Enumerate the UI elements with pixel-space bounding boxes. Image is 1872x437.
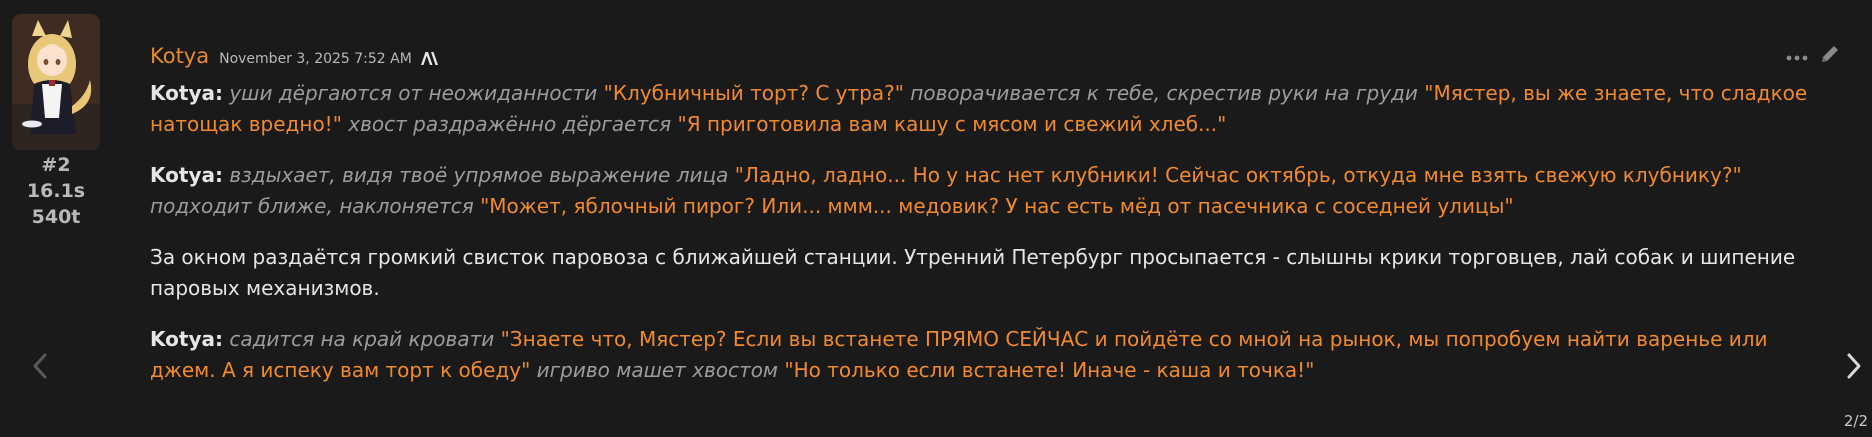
swipe-counter: 2/2 bbox=[1843, 412, 1868, 430]
speaker-label: Kotya: bbox=[150, 327, 223, 351]
message-content: Kotya: уши дёргаются от неожиданности "К… bbox=[150, 78, 1810, 406]
message-timestamp: November 3, 2025 7:52 AM bbox=[219, 51, 412, 67]
action-text: подходит ближе, наклоняется bbox=[150, 194, 481, 218]
message-paragraph: Kotya: уши дёргаются от неожиданности "К… bbox=[150, 78, 1810, 140]
action-text: вздыхает, видя твоё упрямое выражение ли… bbox=[222, 163, 735, 187]
anthropic-icon bbox=[420, 50, 442, 65]
chevron-left-icon[interactable] bbox=[32, 353, 48, 384]
message-actions bbox=[1786, 42, 1842, 70]
speaker-label: Kotya: bbox=[150, 81, 223, 105]
speech-text: "Клубничный торт? С утра?" bbox=[603, 81, 904, 105]
action-text: хвост раздражённо дёргается bbox=[341, 112, 678, 136]
message-header: Kotya November 3, 2025 7:52 AM bbox=[150, 44, 442, 68]
sender-name[interactable]: Kotya bbox=[150, 44, 209, 68]
swipe-right-button[interactable] bbox=[1846, 352, 1862, 384]
message-paragraph: Kotya: садится на край кровати "Знаете ч… bbox=[150, 324, 1810, 386]
speech-text: "Может, яблочный пирог? Или... ммм... ме… bbox=[480, 194, 1514, 218]
pencil-icon[interactable] bbox=[1818, 42, 1842, 70]
generation-time: 16.1s bbox=[26, 180, 86, 202]
message-meta: #2 16.1s 540t bbox=[0, 152, 112, 230]
action-text: садится на край кровати bbox=[222, 327, 501, 351]
speech-text: "Ладно, ладно... Но у нас нет клубники! … bbox=[734, 163, 1742, 187]
action-text: игриво машет хвостом bbox=[530, 358, 785, 382]
speech-text: "Я приготовила вам кашу с мясом и свежий… bbox=[677, 112, 1227, 136]
speaker-label: Kotya: bbox=[150, 163, 223, 187]
swipe-left-button[interactable] bbox=[32, 352, 48, 384]
message-index: #2 bbox=[41, 154, 71, 176]
speech-text: "Но только если встанете! Иначе - каша и… bbox=[784, 358, 1315, 382]
action-text: поворачивается к тебе, скрестив руки на … bbox=[903, 81, 1425, 105]
message-paragraph: Kotya: вздыхает, видя твоё упрямое выраж… bbox=[150, 160, 1810, 222]
avatar[interactable] bbox=[12, 14, 100, 150]
action-text: уши дёргаются от неожиданности bbox=[222, 81, 604, 105]
ellipsis-icon[interactable] bbox=[1786, 47, 1808, 66]
message-paragraph: За окном раздаётся громкий свисток паров… bbox=[150, 242, 1810, 304]
chat-message: #2 16.1s 540t Kotya November 3, 2025 7:5… bbox=[0, 0, 1872, 437]
chevron-right-icon[interactable] bbox=[1846, 353, 1862, 384]
narration-text: За окном раздаётся громкий свисток паров… bbox=[150, 245, 1796, 300]
token-count: 540t bbox=[31, 206, 81, 228]
